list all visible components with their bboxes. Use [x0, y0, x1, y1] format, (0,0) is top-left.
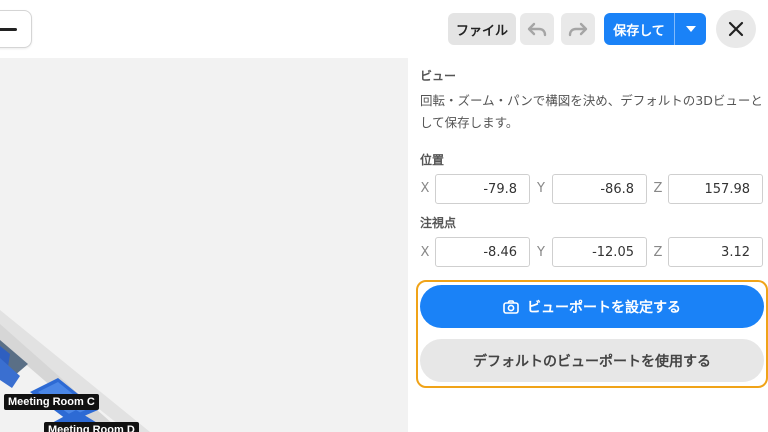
- file-menu-button[interactable]: ファイル: [448, 13, 516, 45]
- position-x-label: X: [420, 181, 430, 196]
- target-z-label: Z: [653, 245, 663, 260]
- undo-icon: [527, 22, 547, 37]
- menu-icon: [0, 28, 17, 31]
- target-y-label: Y: [537, 245, 545, 260]
- redo-button[interactable]: [561, 13, 595, 45]
- position-z-label: Z: [653, 181, 663, 196]
- redo-icon: [568, 22, 588, 37]
- target-x-input[interactable]: [435, 237, 530, 267]
- use-default-viewport-button[interactable]: デフォルトのビューポートを使用する: [420, 339, 764, 382]
- target-y-input[interactable]: [552, 237, 647, 267]
- camera-icon: [503, 299, 519, 314]
- position-y-label: Y: [537, 181, 545, 196]
- set-viewport-label: ビューポートを設定する: [527, 299, 681, 316]
- top-toolbar: ファイル 保存して: [0, 0, 768, 58]
- save-button[interactable]: 保存して: [604, 13, 674, 45]
- save-options-button[interactable]: [675, 13, 706, 45]
- undo-button[interactable]: [520, 13, 554, 45]
- close-icon: [728, 21, 744, 37]
- position-title: 位置: [420, 153, 445, 167]
- target-title: 注視点: [420, 216, 457, 230]
- target-z-input[interactable]: [668, 237, 763, 267]
- target-x-label: X: [420, 245, 430, 260]
- room-label: Meeting Room D: [44, 422, 139, 432]
- set-viewport-button[interactable]: ビューポートを設定する: [420, 285, 764, 328]
- room-label: Meeting Room C: [4, 394, 99, 410]
- chevron-down-icon: [685, 26, 696, 32]
- save-button-group: 保存して: [604, 13, 706, 45]
- floor-plan-model: [0, 310, 150, 432]
- section-title: ビュー: [420, 69, 457, 83]
- position-x-input[interactable]: [435, 174, 530, 204]
- position-y-input[interactable]: [552, 174, 647, 204]
- 3d-viewport[interactable]: Meeting Room C Meeting Room D: [0, 58, 408, 432]
- panel-toggle-button[interactable]: [0, 10, 32, 48]
- close-button[interactable]: [716, 10, 756, 48]
- position-z-input[interactable]: [668, 174, 763, 204]
- view-description: 回転・ズーム・パンで構図を決め、デフォルトの3Dビューとして保存します。: [420, 93, 763, 130]
